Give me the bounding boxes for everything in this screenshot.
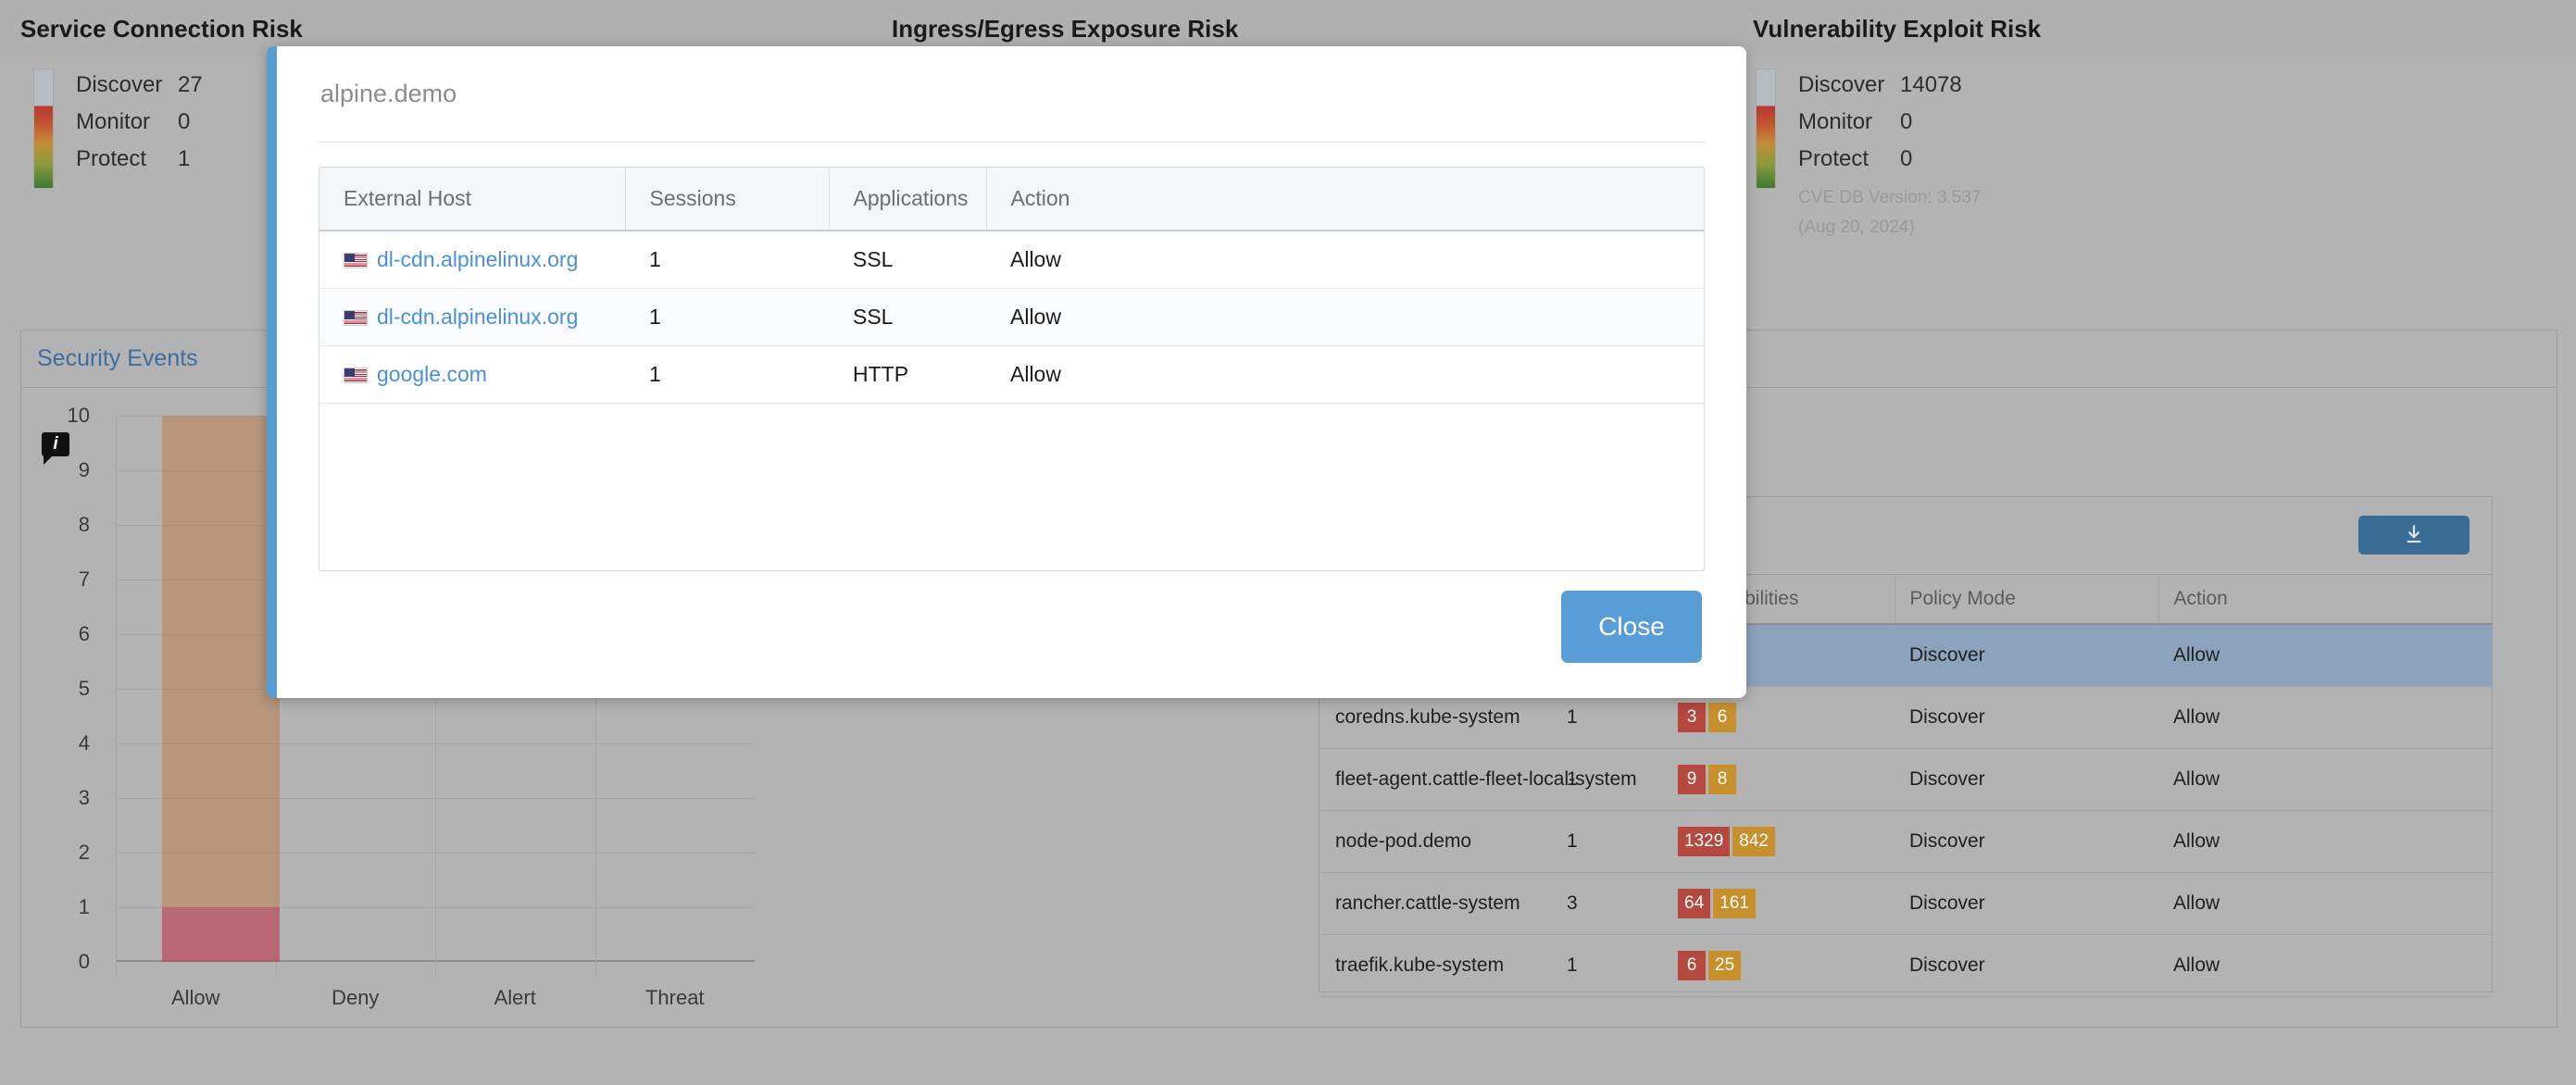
modal-overlay: alpine.demo External HostSessionsApplica… <box>0 0 2576 1085</box>
external-host-table-empty-space <box>319 404 1704 570</box>
action-cell: Allow <box>986 289 1704 346</box>
external-host-column-header[interactable]: Action <box>986 168 1704 231</box>
external-host-column-header[interactable]: External Host <box>319 168 625 231</box>
sessions-cell: 1 <box>625 289 829 346</box>
external-host-table-body: dl-cdn.alpinelinux.org1SSLAllowdl-cdn.al… <box>319 231 1704 404</box>
external-host-header-row: External HostSessionsApplicationsAction <box>319 168 1704 231</box>
external-host-table: External HostSessionsApplicationsAction … <box>319 168 1704 404</box>
applications-cell: SSL <box>829 231 986 289</box>
external-host-link[interactable]: dl-cdn.alpinelinux.org <box>377 247 578 271</box>
action-cell: Allow <box>986 346 1704 404</box>
dialog-body: External HostSessionsApplicationsAction … <box>277 143 1746 571</box>
applications-cell: SSL <box>829 289 986 346</box>
external-host-row[interactable]: google.com 1HTTPAllow <box>319 346 1704 404</box>
external-host-cell: google.com <box>319 346 625 404</box>
external-host-cell: dl-cdn.alpinelinux.org <box>319 289 625 346</box>
external-host-link[interactable]: dl-cdn.alpinelinux.org <box>377 305 578 329</box>
sessions-cell: 1 <box>625 346 829 404</box>
external-host-row[interactable]: dl-cdn.alpinelinux.org 1SSLAllow <box>319 289 1704 346</box>
external-host-table-wrap: External HostSessionsApplicationsAction … <box>319 167 1705 571</box>
external-host-column-header[interactable]: Applications <box>829 168 986 231</box>
dashboard-root: Service Connection Risk Ingress/Egress E… <box>0 0 2576 1085</box>
applications-cell: HTTP <box>829 346 986 404</box>
external-host-dialog: alpine.demo External HostSessionsApplica… <box>267 46 1746 698</box>
external-host-row[interactable]: dl-cdn.alpinelinux.org 1SSLAllow <box>319 231 1704 289</box>
action-cell: Allow <box>986 231 1704 289</box>
external-host-link[interactable]: google.com <box>377 362 487 386</box>
us-flag-icon <box>344 368 368 383</box>
external-host-cell: dl-cdn.alpinelinux.org <box>319 231 625 289</box>
us-flag-icon <box>344 310 368 326</box>
sessions-cell: 1 <box>625 231 829 289</box>
dialog-title: alpine.demo <box>277 46 1746 108</box>
dialog-footer: Close <box>1561 591 1702 663</box>
external-host-column-header[interactable]: Sessions <box>625 168 829 231</box>
us-flag-icon <box>344 253 368 268</box>
close-button[interactable]: Close <box>1561 591 1702 663</box>
